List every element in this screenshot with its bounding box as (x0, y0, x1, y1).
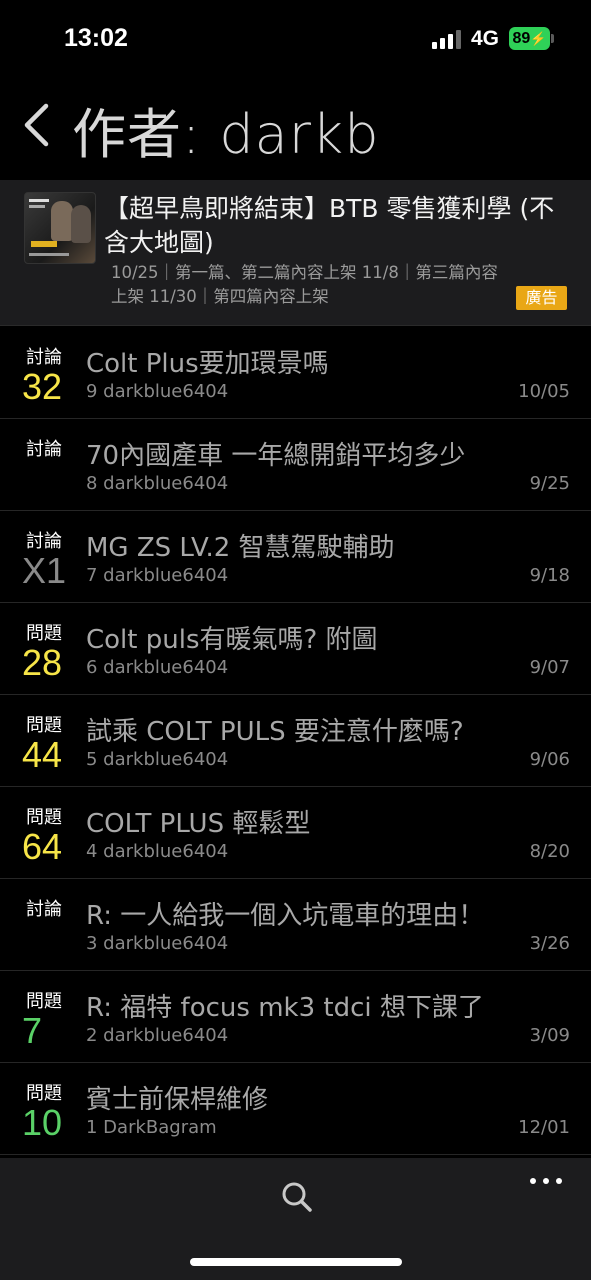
more-icon[interactable] (530, 1172, 564, 1188)
thread-meta: 6 darkblue6404 (86, 657, 229, 678)
thread-title: COLT PLUS 輕鬆型 (86, 809, 311, 839)
page-title: 作者: darkb (72, 103, 380, 166)
bottom-toolbar (0, 1158, 591, 1280)
thread-row[interactable]: 問題 10 賓士前保桿維修 1 DarkBagram 12/01 (0, 1063, 591, 1155)
thread-row[interactable]: 討論 70內國產車 一年總開銷平均多少 8 darkblue6404 9/25 (0, 419, 591, 511)
ad-description: 10/25｜第一篇、第二篇內容上架 11/8｜第三篇內容上架 11/30｜第四篇… (111, 263, 498, 306)
thread-meta: 2 darkblue6404 (86, 1025, 229, 1046)
battery-tip (551, 34, 554, 43)
thread-row[interactable]: 問題 64 COLT PLUS 輕鬆型 4 darkblue6404 8/20 (0, 787, 591, 879)
reply-count: 44 (22, 734, 63, 775)
reply-count: 32 (22, 366, 63, 407)
thread-date: 9/07 (529, 657, 570, 678)
thread-date: 9/18 (529, 565, 570, 586)
thread-row[interactable]: 討論 32 Colt Plus要加環景嗎 9 darkblue6404 10/0… (0, 327, 591, 419)
thread-meta: 8 darkblue6404 (86, 473, 229, 494)
thread-date: 3/26 (529, 933, 570, 954)
reply-count: 64 (22, 826, 63, 867)
thread-meta: 9 darkblue6404 (86, 381, 229, 402)
header: 作者: darkb (0, 72, 591, 180)
battery-level: 89 (512, 30, 531, 47)
chevron-left-icon[interactable] (22, 102, 52, 148)
thread-date: 9/25 (529, 473, 570, 494)
network-type: 4G (471, 27, 500, 50)
thread-list: 討論 32 Colt Plus要加環景嗎 9 darkblue6404 10/0… (0, 327, 591, 1155)
thread-title: R: 福特 focus mk3 tdci 想下課了 (86, 993, 484, 1023)
home-indicator[interactable] (190, 1258, 402, 1266)
signal-icon (432, 30, 462, 49)
thread-row[interactable]: 問題 28 Colt puls有暖氣嗎? 附圖 6 darkblue6404 9… (0, 603, 591, 695)
ad-badge: 廣告 (516, 286, 567, 310)
status-bar: 13:02 4G 89⚡ (0, 0, 591, 72)
thread-title: Colt Plus要加環景嗎 (86, 349, 329, 379)
thread-title: MG ZS LV.2 智慧駕駛輔助 (86, 533, 395, 563)
thread-row[interactable]: 問題 7 R: 福特 focus mk3 tdci 想下課了 2 darkblu… (0, 971, 591, 1063)
thread-row[interactable]: 討論 X1 MG ZS LV.2 智慧駕駛輔助 7 darkblue6404 9… (0, 511, 591, 603)
thread-date: 9/06 (529, 749, 570, 770)
thread-row[interactable]: 討論 R: 一人給我一個入坑電車的理由！ 3 darkblue6404 3/26 (0, 879, 591, 971)
battery-icon: 89⚡ (509, 27, 550, 50)
thread-meta: 4 darkblue6404 (86, 841, 229, 862)
reply-count: 28 (22, 642, 63, 683)
thread-title: R: 一人給我一個入坑電車的理由！ (86, 901, 485, 931)
thread-title: 70內國產車 一年總開銷平均多少 (86, 441, 466, 471)
ad-title: 【超早鳥即將結束】BTB 零售獲利學 (不含大地圖) (104, 194, 555, 257)
thread-category: 討論 (26, 899, 62, 920)
ad-thumbnail (24, 192, 96, 264)
thread-title: Colt puls有暖氣嗎? 附圖 (86, 625, 378, 655)
thread-meta: 1 DarkBagram (86, 1117, 217, 1138)
status-time: 13:02 (64, 24, 128, 52)
reply-count: 7 (22, 1010, 43, 1051)
thread-meta: 5 darkblue6404 (86, 749, 229, 770)
thread-date: 8/20 (529, 841, 570, 862)
thread-title: 試乘 COLT PULS 要注意什麼嗎? (86, 717, 464, 747)
search-icon[interactable] (280, 1180, 314, 1214)
thread-row[interactable]: 問題 44 試乘 COLT PULS 要注意什麼嗎? 5 darkblue640… (0, 695, 591, 787)
thread-title: 賓士前保桿維修 (86, 1085, 269, 1115)
ad-banner[interactable]: 【超早鳥即將結束】BTB 零售獲利學 (不含大地圖) 10/25｜第一篇、第二篇… (0, 180, 591, 326)
thread-meta: 3 darkblue6404 (86, 933, 229, 954)
thread-date: 3/09 (529, 1025, 570, 1046)
thread-category: 討論 (26, 439, 62, 460)
screen: 13:02 4G 89⚡ 作者: darkb 【超早鳥即將結束】BTB 零售獲利… (0, 0, 591, 1280)
thread-meta: 7 darkblue6404 (86, 565, 229, 586)
reply-count: 10 (22, 1102, 63, 1143)
reply-count: X1 (22, 550, 67, 591)
thread-date: 12/01 (518, 1117, 570, 1138)
thread-date: 10/05 (518, 381, 570, 402)
